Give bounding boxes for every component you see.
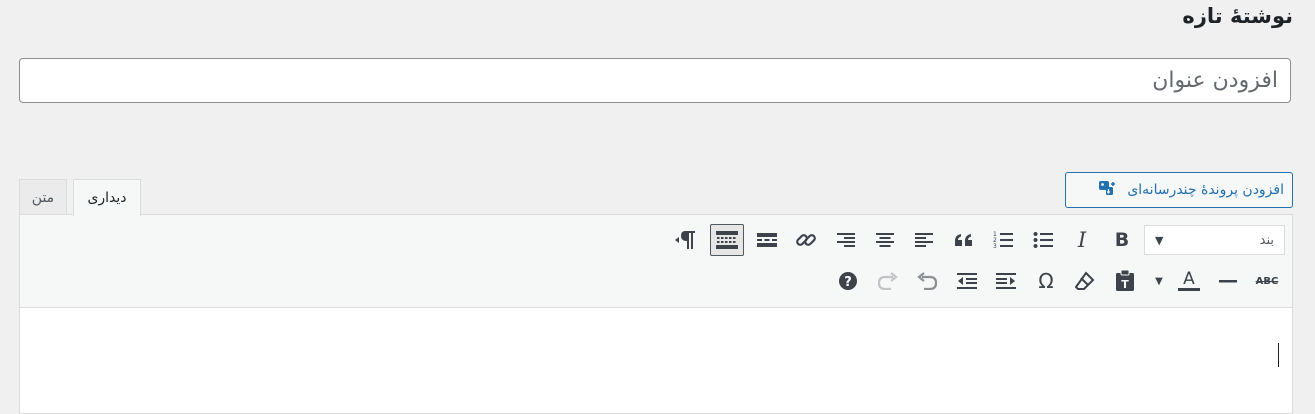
- tab-text[interactable]: متن: [19, 179, 67, 215]
- post-title-input[interactable]: [19, 58, 1291, 103]
- indent-button[interactable]: [989, 265, 1023, 297]
- help-icon: ?: [839, 272, 857, 290]
- strikethrough-icon: ABC: [1255, 275, 1279, 287]
- svg-text:A: A: [1183, 269, 1195, 289]
- special-character-button[interactable]: Ω: [1029, 265, 1063, 297]
- keyboard-icon: [716, 231, 738, 249]
- help-button[interactable]: ?: [831, 265, 865, 297]
- align-center-button[interactable]: [868, 224, 902, 256]
- strikethrough-button[interactable]: ABC: [1250, 265, 1284, 297]
- horizontal-line-button[interactable]: [1211, 265, 1245, 297]
- paste-as-text-button[interactable]: T: [1108, 265, 1142, 297]
- bullet-list-icon: [1033, 232, 1053, 248]
- paste-text-icon: T: [1116, 270, 1134, 291]
- outdent-icon: [957, 273, 977, 289]
- bold-icon: B: [1114, 229, 1130, 251]
- italic-icon: I: [1077, 228, 1087, 252]
- svg-text:T: T: [1121, 278, 1129, 291]
- format-select[interactable]: بند ▼: [1144, 225, 1285, 255]
- align-right-icon: [837, 233, 855, 247]
- svg-text:3: 3: [993, 243, 997, 249]
- outdent-button[interactable]: [950, 265, 984, 297]
- editor-area[interactable]: بند ▼ B I 1 2 3 ABC A ▼ T Ω ?: [19, 214, 1293, 414]
- page-title: نوشتهٔ تازه: [1182, 4, 1293, 28]
- format-select-value: بند: [1259, 232, 1274, 248]
- text-color-icon: A: [1178, 269, 1200, 291]
- tab-visual[interactable]: دیداری: [73, 179, 141, 216]
- media-add-icon: [1097, 178, 1117, 202]
- eraser-icon: [1075, 271, 1095, 290]
- undo-button[interactable]: [910, 265, 944, 297]
- paragraph-rtl-icon: [675, 231, 695, 249]
- text-cursor: [1278, 343, 1279, 367]
- redo-button[interactable]: [871, 265, 905, 297]
- quote-icon: [955, 234, 972, 246]
- horizontal-line-icon: [1219, 280, 1237, 283]
- svg-text:?: ?: [844, 275, 852, 290]
- caret-down-icon: ▼: [1155, 275, 1163, 287]
- align-right-button[interactable]: [829, 224, 863, 256]
- rtl-direction-button[interactable]: [670, 224, 704, 256]
- align-left-icon: [915, 233, 933, 247]
- chevron-down-icon: ▼: [1155, 233, 1164, 247]
- align-center-icon: [876, 233, 894, 247]
- add-media-button[interactable]: افزودن پروندهٔ چندرسانه‌ای: [1065, 172, 1293, 208]
- bullet-list-button[interactable]: [1026, 224, 1060, 256]
- link-icon: [796, 234, 816, 246]
- add-media-label: افزودن پروندهٔ چندرسانه‌ای: [1127, 182, 1284, 198]
- blockquote-button[interactable]: [947, 224, 981, 256]
- omega-icon: Ω: [1038, 269, 1054, 293]
- bold-button[interactable]: B: [1105, 224, 1139, 256]
- read-more-icon: [757, 233, 777, 247]
- link-button[interactable]: [789, 224, 823, 256]
- text-color-dropdown[interactable]: ▼: [1146, 265, 1172, 297]
- indent-icon: [996, 273, 1016, 289]
- undo-icon: [917, 272, 938, 290]
- read-more-button[interactable]: [750, 224, 784, 256]
- redo-icon: [877, 272, 898, 290]
- italic-button[interactable]: I: [1065, 224, 1099, 256]
- clear-formatting-button[interactable]: [1068, 265, 1102, 297]
- editor-toolbar: بند ▼ B I 1 2 3 ABC A ▼ T Ω ?: [20, 215, 1292, 308]
- toolbar-toggle-button[interactable]: [710, 224, 744, 256]
- text-color-button[interactable]: A: [1172, 265, 1206, 297]
- numbered-list-icon: 1 2 3: [993, 231, 1013, 249]
- align-left-button[interactable]: [907, 224, 941, 256]
- numbered-list-button[interactable]: 1 2 3: [986, 224, 1020, 256]
